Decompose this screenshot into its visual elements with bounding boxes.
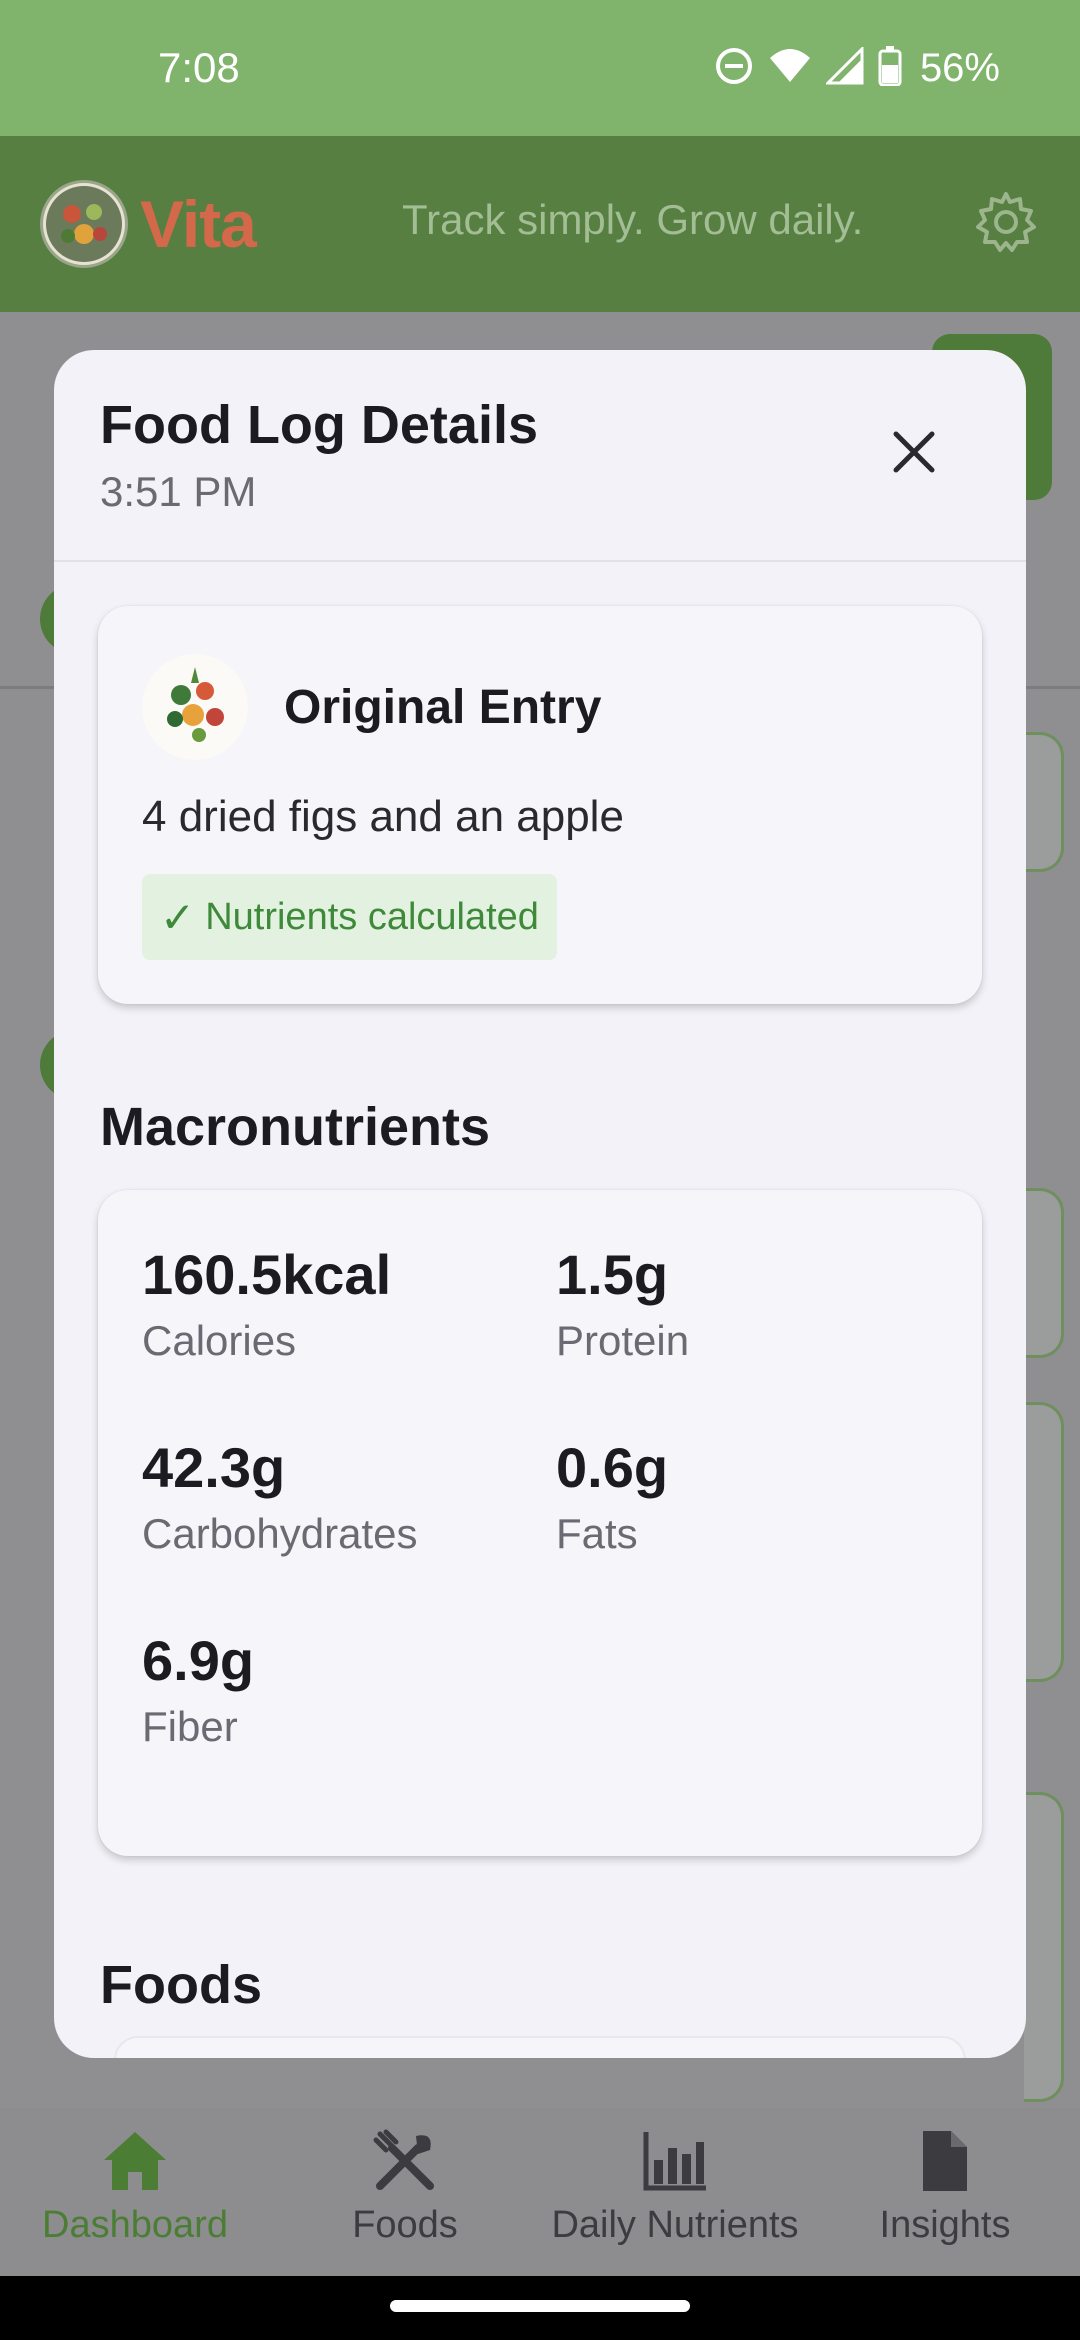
nav-item-foods[interactable]: Foods <box>270 2108 540 2276</box>
macro-label: Fats <box>556 1510 638 1557</box>
badge-label: Nutrients calculated <box>205 895 539 938</box>
bottom-navigation: Dashboard Foods Daily Nutrients Insights <box>0 2108 1080 2276</box>
macro-label: Fiber <box>142 1703 238 1750</box>
nav-label: Daily Nutrients <box>551 2204 799 2246</box>
background-card <box>1024 1402 1064 1682</box>
macro-fiber: 6.9g Fiber <box>142 1628 254 1751</box>
original-entry-card: Original Entry 4 dried figs and an apple… <box>98 606 982 1004</box>
app-header: Vita Track simply. Grow daily. <box>0 136 1080 312</box>
macro-calories: 160.5kcal Calories <box>142 1242 391 1365</box>
dnd-icon <box>714 46 754 91</box>
background-card <box>1024 1188 1064 1358</box>
background-card <box>1024 1792 1064 2102</box>
status-time: 7:08 <box>158 44 240 91</box>
close-icon <box>892 430 936 479</box>
nav-label: Dashboard <box>42 2204 228 2246</box>
entry-text: 4 dried figs and an apple <box>142 792 624 841</box>
foods-list-card <box>114 2036 966 2058</box>
entry-title: Original Entry <box>284 680 602 734</box>
food-log-details-modal: Food Log Details 3:51 PM Original Entry … <box>54 350 1026 2058</box>
modal-title: Food Log Details <box>100 395 538 455</box>
document-icon <box>912 2128 978 2194</box>
battery-icon <box>878 45 902 91</box>
macro-value: 160.5kcal <box>142 1243 392 1306</box>
battery-percent: 56% <box>919 45 1000 90</box>
macro-value: 0.6g <box>556 1436 669 1499</box>
vegetables-logo-icon <box>142 654 248 760</box>
signal-icon <box>824 44 864 90</box>
macro-value: 42.3g <box>142 1436 286 1499</box>
utensils-icon <box>372 2128 438 2194</box>
home-gesture-handle[interactable] <box>390 2300 690 2312</box>
system-gesture-bar <box>0 2276 1080 2340</box>
bar-chart-icon <box>642 2128 708 2194</box>
entry-header: Original Entry <box>142 654 601 760</box>
macro-protein: 1.5g Protein <box>556 1242 689 1365</box>
macro-label: Calories <box>142 1317 297 1364</box>
close-button[interactable] <box>884 424 944 484</box>
nav-item-daily-nutrients[interactable]: Daily Nutrients <box>540 2108 810 2276</box>
status-icons: 56% <box>714 44 1000 91</box>
nav-item-insights[interactable]: Insights <box>810 2108 1080 2276</box>
modal-header: Food Log Details 3:51 PM <box>54 350 1026 562</box>
home-icon <box>102 2128 168 2194</box>
macro-label: Protein <box>556 1317 690 1364</box>
nav-label: Insights <box>879 2204 1011 2246</box>
nav-label: Foods <box>352 2204 458 2246</box>
nutrients-calculated-badge: ✓ Nutrients calculated <box>142 874 557 960</box>
checkmark-icon: ✓ <box>160 893 196 941</box>
gear-icon <box>974 190 1038 259</box>
macro-fats: 0.6g Fats <box>556 1435 668 1558</box>
macro-value: 1.5g <box>556 1243 669 1306</box>
nav-item-dashboard[interactable]: Dashboard <box>0 2108 270 2276</box>
foods-heading: Foods <box>100 1955 262 2015</box>
macro-value: 6.9g <box>142 1629 255 1692</box>
macro-carbohydrates: 42.3g Carbohydrates <box>142 1435 417 1558</box>
status-bar: 7:08 56% <box>0 0 1080 136</box>
app-logo <box>40 180 128 268</box>
settings-button[interactable] <box>968 186 1044 262</box>
modal-time: 3:51 PM <box>100 468 257 515</box>
app-name: Vita <box>140 187 257 261</box>
macronutrients-card: 160.5kcal Calories 1.5g Protein 42.3g Ca… <box>98 1190 982 1856</box>
background-card <box>1024 732 1064 872</box>
app-tagline: Track simply. Grow daily. <box>402 196 864 243</box>
macro-label: Carbohydrates <box>142 1510 418 1557</box>
wifi-icon <box>768 46 812 91</box>
macronutrients-heading: Macronutrients <box>100 1097 491 1157</box>
